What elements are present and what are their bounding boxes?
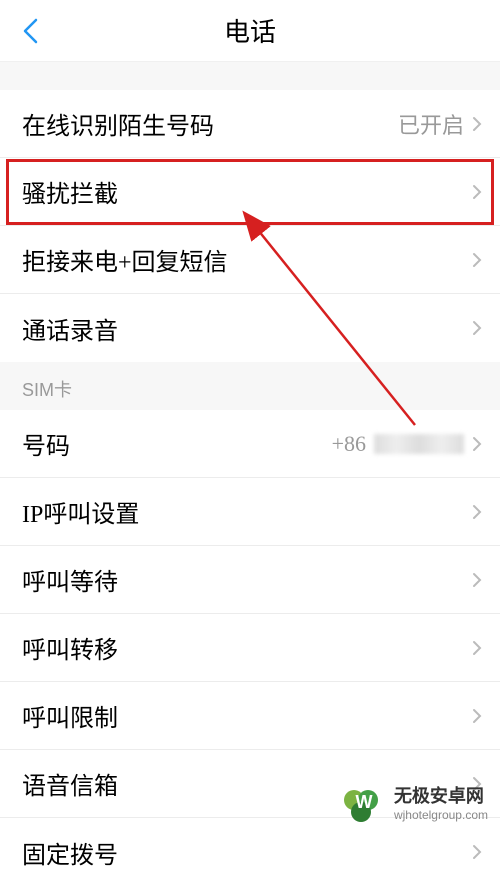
back-button[interactable] — [10, 11, 50, 51]
setting-right — [472, 252, 482, 268]
setting-label: 语音信箱 — [22, 766, 118, 801]
setting-right — [472, 572, 482, 588]
setting-number[interactable]: 号码 +86 — [0, 410, 500, 478]
setting-fixed-dial[interactable]: 固定拨号 — [0, 818, 500, 886]
setting-label: 呼叫限制 — [22, 698, 118, 733]
top-spacer — [0, 62, 500, 90]
watermark-title: 无极安卓网 — [394, 786, 488, 808]
chevron-right-icon — [472, 844, 482, 860]
setting-harassment-block[interactable]: 骚扰拦截 — [0, 158, 500, 226]
chevron-right-icon — [472, 572, 482, 588]
setting-right — [472, 184, 482, 200]
setting-label: 骚扰拦截 — [22, 174, 118, 209]
setting-label: 呼叫转移 — [22, 630, 118, 665]
setting-label: 通话录音 — [22, 311, 118, 346]
watermark-url: wjhotelgroup.com — [394, 808, 488, 822]
chevron-right-icon — [472, 504, 482, 520]
watermark-logo-icon: W — [342, 782, 386, 826]
setting-label: 呼叫等待 — [22, 562, 118, 597]
setting-label: 拒接来电+回复短信 — [22, 242, 228, 277]
setting-ip-call[interactable]: IP呼叫设置 — [0, 478, 500, 546]
watermark: W 无极安卓网 wjhotelgroup.com — [342, 782, 488, 826]
setting-right — [472, 504, 482, 520]
setting-right — [472, 640, 482, 656]
chevron-right-icon — [472, 436, 482, 452]
setting-label: 在线识别陌生号码 — [22, 106, 214, 141]
setting-right — [472, 708, 482, 724]
setting-label: 固定拨号 — [22, 835, 118, 870]
chevron-right-icon — [472, 320, 482, 336]
setting-value: +86 — [332, 431, 366, 457]
page-title: 电话 — [224, 12, 276, 49]
chevron-right-icon — [472, 184, 482, 200]
redacted-number — [374, 434, 464, 454]
setting-call-forward[interactable]: 呼叫转移 — [0, 614, 500, 682]
setting-reject-reply[interactable]: 拒接来电+回复短信 — [0, 226, 500, 294]
setting-call-waiting[interactable]: 呼叫等待 — [0, 546, 500, 614]
setting-call-recording[interactable]: 通话录音 — [0, 294, 500, 362]
setting-value: 已开启 — [398, 108, 464, 140]
header: 电话 — [0, 0, 500, 62]
setting-right — [472, 320, 482, 336]
settings-list: 在线识别陌生号码 已开启 骚扰拦截 拒接来电+回复短信 通话录音 — [0, 90, 500, 886]
chevron-right-icon — [472, 640, 482, 656]
setting-right: +86 — [332, 431, 482, 457]
setting-online-id[interactable]: 在线识别陌生号码 已开启 — [0, 90, 500, 158]
chevron-right-icon — [472, 252, 482, 268]
setting-right — [472, 844, 482, 860]
chevron-right-icon — [472, 116, 482, 132]
section-header-sim: SIM卡 — [0, 362, 500, 410]
watermark-text: 无极安卓网 wjhotelgroup.com — [394, 786, 488, 822]
chevron-right-icon — [472, 708, 482, 724]
setting-label: 号码 — [22, 426, 70, 461]
svg-text:W: W — [355, 792, 372, 812]
setting-call-restriction[interactable]: 呼叫限制 — [0, 682, 500, 750]
back-chevron-icon — [22, 18, 38, 44]
setting-label: IP呼叫设置 — [22, 494, 139, 529]
setting-right: 已开启 — [398, 108, 482, 140]
